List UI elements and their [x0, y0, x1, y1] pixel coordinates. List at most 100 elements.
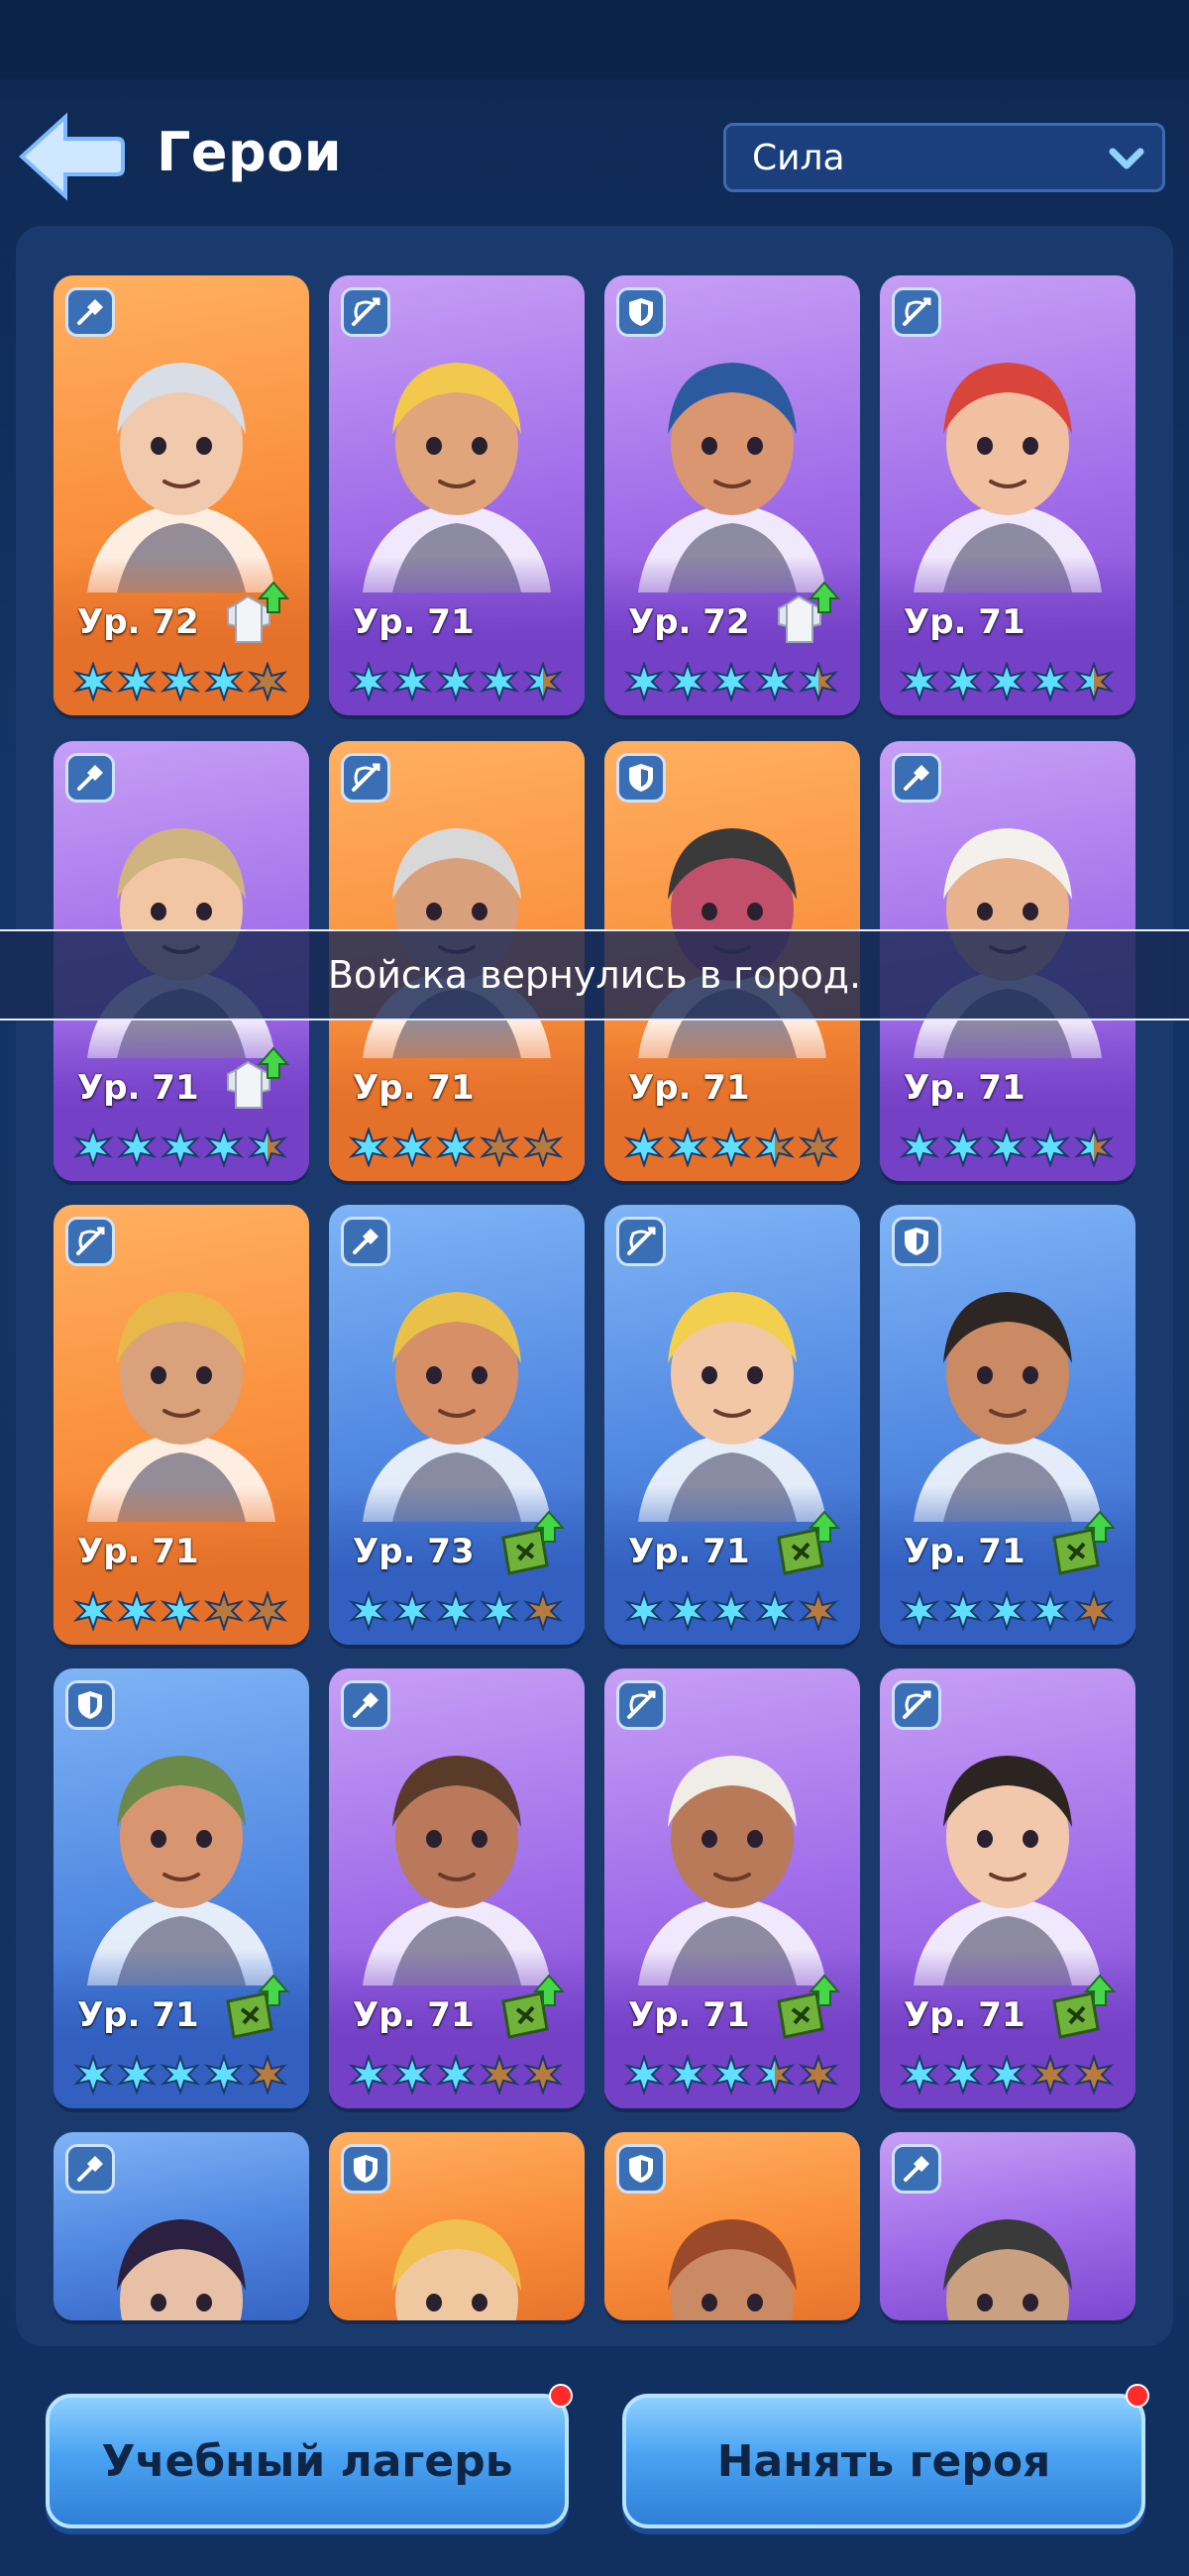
star-icon — [1030, 1591, 1070, 1631]
star-icon — [624, 662, 664, 701]
hero-card[interactable] — [880, 2132, 1135, 2320]
shield-class-icon — [892, 1217, 941, 1266]
training-camp-button[interactable]: Учебный лагерь — [46, 2384, 573, 2528]
star-icon — [900, 1127, 939, 1167]
star-rating — [624, 1591, 838, 1631]
star-icon — [248, 1127, 287, 1167]
hero-card[interactable]: Ур. 73 — [329, 1205, 585, 1645]
crossbow-class-icon — [892, 1680, 941, 1730]
toast-notification: Войска вернулись в город. — [0, 929, 1189, 1020]
star-icon — [117, 1127, 157, 1167]
star-icon — [73, 1591, 113, 1631]
hero-portrait — [353, 325, 561, 592]
hero-card[interactable]: Ур. 72 — [54, 275, 309, 715]
star-rating — [900, 1591, 1114, 1631]
shovel-class-icon — [341, 1680, 390, 1730]
star-icon — [73, 2055, 113, 2094]
star-icon — [668, 1127, 707, 1167]
star-icon — [987, 1591, 1027, 1631]
hero-portrait — [77, 1254, 285, 1522]
star-icon — [943, 1127, 983, 1167]
hero-card[interactable]: Ур. 71 — [880, 1205, 1135, 1645]
hero-portrait — [904, 1718, 1112, 1986]
star-rating — [900, 662, 1114, 701]
star-icon — [668, 1591, 707, 1631]
hero-portrait — [628, 325, 836, 592]
star-icon — [943, 2055, 983, 2094]
hire-hero-button[interactable]: Нанять героя — [622, 2384, 1149, 2528]
hero-card[interactable]: Ур. 72 — [604, 275, 860, 715]
star-icon — [755, 2055, 795, 2094]
hero-portrait — [77, 1718, 285, 1986]
toast-text: Войска вернулись в город. — [327, 953, 862, 997]
star-icon — [117, 662, 157, 701]
star-rating — [624, 1127, 838, 1167]
crossbow-class-icon — [341, 287, 390, 337]
star-icon — [799, 2055, 838, 2094]
hero-card[interactable]: Ур. 71 — [54, 1668, 309, 2108]
star-icon — [480, 662, 519, 701]
back-arrow-icon — [19, 112, 125, 201]
shield-class-icon — [65, 1680, 115, 1730]
sort-dropdown[interactable]: Сила — [723, 123, 1165, 192]
star-icon — [711, 2055, 751, 2094]
back-button[interactable] — [14, 109, 125, 204]
shovel-class-icon — [65, 753, 115, 803]
star-icon — [248, 662, 287, 701]
hero-level: Ур. 71 — [77, 1532, 199, 1571]
hero-card[interactable]: Ур. 71 — [880, 275, 1135, 715]
hero-level: Ур. 71 — [628, 1068, 750, 1108]
star-icon — [1030, 2055, 1070, 2094]
star-rating — [349, 1127, 563, 1167]
hero-portrait — [353, 1254, 561, 1522]
star-icon — [799, 662, 838, 701]
book-upgrade-icon — [501, 1974, 566, 2039]
hero-card[interactable]: Ур. 71 — [329, 275, 585, 715]
coat-upgrade-icon — [227, 1046, 290, 1109]
star-rating — [624, 2055, 838, 2094]
star-icon — [1030, 1127, 1070, 1167]
star-icon — [1074, 1591, 1114, 1631]
hero-card[interactable]: Ур. 71 — [604, 1668, 860, 2108]
star-icon — [987, 2055, 1027, 2094]
book-upgrade-icon — [226, 1974, 290, 2039]
book-upgrade-icon — [777, 1510, 841, 1575]
page-title: Герои — [157, 121, 343, 183]
hero-level: Ур. 71 — [353, 602, 475, 642]
notification-dot — [549, 2384, 573, 2408]
star-rating — [900, 2055, 1114, 2094]
star-rating — [349, 1591, 563, 1631]
book-upgrade-icon — [777, 1974, 841, 2039]
star-icon — [349, 1127, 388, 1167]
book-upgrade-icon — [1052, 1510, 1117, 1575]
hero-card[interactable]: Ур. 71 — [54, 1205, 309, 1645]
hero-card[interactable]: Ур. 71 — [880, 1668, 1135, 2108]
star-icon — [668, 2055, 707, 2094]
hero-portrait — [77, 2182, 285, 2320]
star-icon — [392, 2055, 432, 2094]
star-icon — [711, 1591, 751, 1631]
star-icon — [755, 1591, 795, 1631]
hero-card[interactable] — [54, 2132, 309, 2320]
star-icon — [987, 1127, 1027, 1167]
star-icon — [799, 1591, 838, 1631]
crossbow-class-icon — [616, 1217, 666, 1266]
hero-list-panel[interactable]: Ур. 72 Ур. 71 Ур. 72 Ур. 71 Ур. 71 Ур. 71 Ур. … — [16, 226, 1173, 2346]
hero-card[interactable]: Ур. 71 — [604, 1205, 860, 1645]
star-icon — [161, 1591, 200, 1631]
star-icon — [436, 2055, 476, 2094]
star-icon — [900, 1591, 939, 1631]
star-icon — [523, 2055, 563, 2094]
hero-portrait — [904, 1254, 1112, 1522]
hero-card[interactable] — [329, 2132, 585, 2320]
shield-class-icon — [616, 753, 666, 803]
star-icon — [900, 2055, 939, 2094]
crossbow-class-icon — [616, 1680, 666, 1730]
star-icon — [204, 662, 244, 701]
hero-card[interactable] — [604, 2132, 860, 2320]
star-icon — [204, 1127, 244, 1167]
hero-portrait — [904, 325, 1112, 592]
hero-portrait — [628, 1254, 836, 1522]
star-rating — [624, 662, 838, 701]
hero-card[interactable]: Ур. 71 — [329, 1668, 585, 2108]
